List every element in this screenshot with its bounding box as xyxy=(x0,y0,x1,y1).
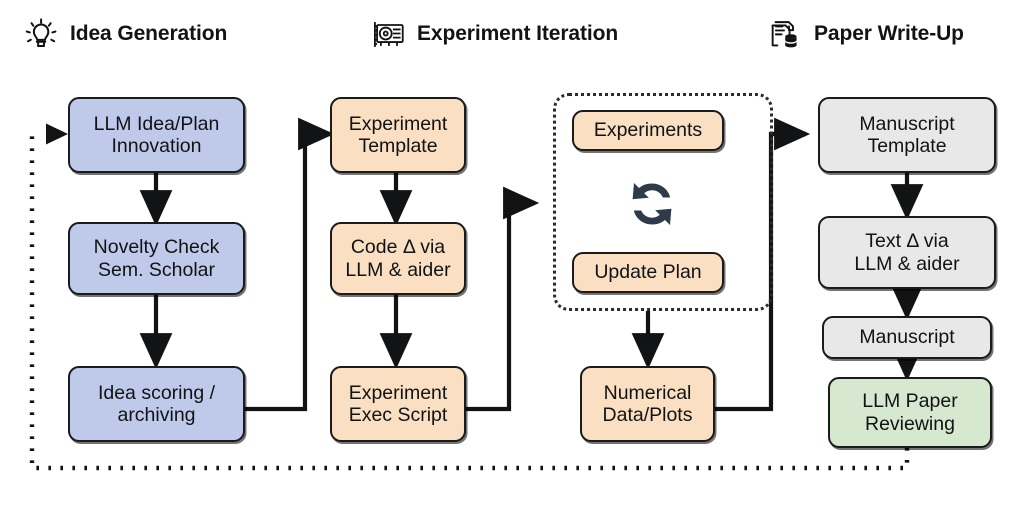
node-line: Experiment xyxy=(348,381,448,404)
node-line: archiving xyxy=(117,404,196,426)
feedback-loop-arrowhead xyxy=(46,123,68,145)
node-line: LLM Paper xyxy=(862,390,958,413)
refresh-cycle-icon xyxy=(632,183,672,225)
node-line: Code Δ via xyxy=(350,236,446,259)
node-update-plan[interactable]: Update Plan xyxy=(572,252,724,293)
node-idea-scoring[interactable]: Idea scoring / archiving xyxy=(68,366,245,442)
edge-scoring-to-exp-template xyxy=(245,117,335,412)
header-label: Paper Write-Up xyxy=(814,22,964,45)
node-experiments[interactable]: Experiments xyxy=(572,110,724,151)
header-experiment-iteration: Experiment Iteration xyxy=(369,12,618,56)
header-label: Idea Generation xyxy=(70,22,228,45)
node-experiment-template[interactable]: Experiment Template xyxy=(330,97,466,173)
header-label: Experiment Iteration xyxy=(417,22,619,45)
header-paper-write-up: Paper Write-Up xyxy=(766,12,964,56)
node-line: Update Plan xyxy=(594,261,702,284)
node-manuscript-template[interactable]: Manuscript Template xyxy=(818,97,996,173)
node-experiment-exec-script[interactable]: Experiment Exec Script xyxy=(330,366,466,442)
node-numerical-data-plots[interactable]: Numerical Data/Plots xyxy=(580,366,715,442)
flowchart-diagram: Idea Generation Experiment Iteration Pap… xyxy=(0,0,1024,505)
node-line: Experiments xyxy=(593,119,703,142)
node-line: Numerical xyxy=(603,381,692,404)
node-line: LLM & aider xyxy=(345,258,451,281)
node-line: Sem. Scholar xyxy=(97,258,216,281)
node-line: Idea scoring / xyxy=(97,381,216,404)
node-text-delta[interactable]: Text Δ via LLM & aider xyxy=(818,216,996,289)
node-line: LLM & aider xyxy=(854,252,960,275)
node-line: Manuscript xyxy=(859,326,955,349)
node-line: Manuscript xyxy=(859,112,955,135)
node-line: Reviewing xyxy=(865,412,955,435)
node-line: Template xyxy=(358,135,438,157)
edge-exec-to-loop xyxy=(466,186,540,412)
node-llm-idea-plan-innovation[interactable]: LLM Idea/Plan Innovation xyxy=(68,97,245,173)
node-llm-paper-reviewing[interactable]: LLM Paper Reviewing xyxy=(828,377,992,448)
node-line: Data/Plots xyxy=(602,404,693,426)
node-line: Novelty Check xyxy=(93,236,220,259)
node-novelty-check[interactable]: Novelty Check Sem. Scholar xyxy=(68,222,245,295)
lightbulb-icon xyxy=(25,18,57,47)
node-manuscript[interactable]: Manuscript xyxy=(822,316,992,359)
document-database-icon xyxy=(771,21,797,48)
node-line: Template xyxy=(867,135,947,157)
node-code-delta[interactable]: Code Δ via LLM & aider xyxy=(330,222,466,295)
gpu-card-icon xyxy=(373,22,404,47)
header-idea-generation: Idea Generation xyxy=(22,12,227,56)
node-line: Innovation xyxy=(111,135,202,157)
node-line: Exec Script xyxy=(348,404,448,426)
node-line: LLM Idea/Plan xyxy=(93,112,220,135)
node-line: Text Δ via xyxy=(865,230,949,253)
node-line: Experiment xyxy=(348,112,448,135)
